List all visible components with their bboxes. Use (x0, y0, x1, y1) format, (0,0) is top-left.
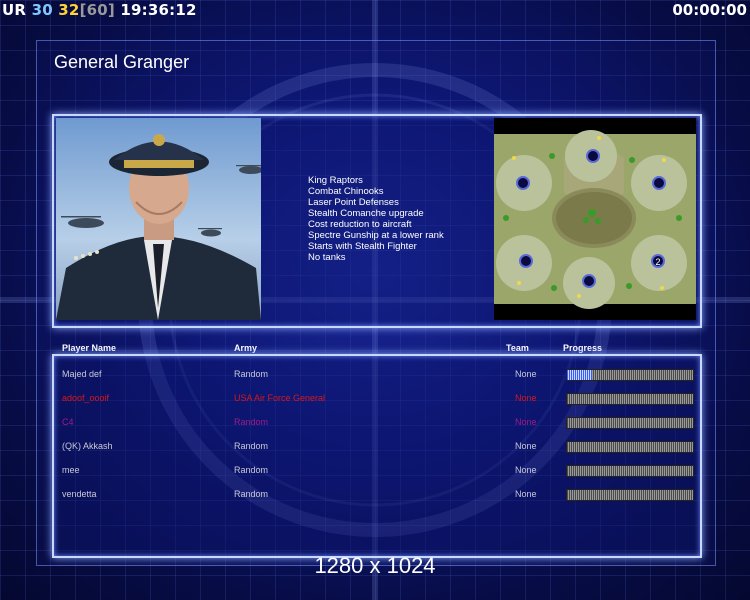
hud-timer: 00:00:00 (672, 1, 747, 19)
player-name: Majed def (62, 369, 102, 379)
resolution-label: 1280 x 1024 (314, 553, 436, 578)
player-row: C4 Random None (54, 410, 700, 434)
general-portrait-image (56, 118, 261, 320)
player-team: None (515, 393, 537, 403)
hud-count-b: 32 (58, 1, 80, 19)
player-row: mee Random None (54, 458, 700, 482)
trait-item: King Raptors (308, 175, 363, 186)
map-preview-image: 2 (494, 118, 696, 320)
column-header-army: Army (234, 343, 258, 353)
players-list: Majed def Random None adoof_oooif USA Ai… (52, 354, 702, 558)
player-team: None (515, 369, 537, 379)
player-progress-bar (566, 369, 694, 381)
player-army: Random (234, 489, 269, 499)
general-traits-list: King Raptors Combat Chinooks Laser Point… (308, 175, 444, 263)
trait-item: Laser Point Defenses (308, 197, 399, 208)
player-name: adoof_oooif (62, 393, 110, 403)
player-name: mee (62, 465, 80, 475)
player-team: None (515, 465, 537, 475)
hud-count-max: [60] (79, 1, 115, 19)
player-team: None (515, 489, 537, 499)
general-title: General Granger (54, 52, 190, 72)
column-header-progress: Progress (563, 343, 603, 353)
player-team: None (515, 441, 537, 451)
map-marker-label: 2 (655, 257, 660, 267)
player-progress-fill (567, 370, 593, 380)
player-army: USA Air Force General (234, 393, 326, 403)
trait-item: Cost reduction to aircraft (308, 219, 412, 230)
player-progress-bar (566, 417, 694, 429)
trait-item: Stealth Comanche upgrade (308, 208, 424, 219)
column-header-team: Team (506, 343, 529, 353)
general-portrait (56, 118, 261, 320)
hud-clock: 19:36:12 (120, 1, 197, 19)
map-preview: 2 (494, 118, 696, 320)
player-progress-bar (566, 489, 694, 501)
player-progress-bar (566, 465, 694, 477)
player-army: Random (234, 369, 269, 379)
trait-item: Starts with Stealth Fighter (308, 241, 417, 252)
player-name: (QK) Akkash (62, 441, 113, 451)
player-army: Random (234, 465, 269, 475)
column-header-player-name: Player Name (62, 343, 117, 353)
hud-bar: UR 30 32[60] 19:36:12 00:00:00 (0, 0, 750, 20)
player-name: C4 (62, 417, 74, 427)
hud-label: UR (2, 1, 27, 19)
hud-count-a: 30 (31, 1, 53, 19)
player-row: adoof_oooif USA Air Force General None (54, 386, 700, 410)
player-team: None (515, 417, 537, 427)
player-row: vendetta Random None (54, 482, 700, 506)
player-name: vendetta (62, 489, 97, 499)
hud-stats: UR 30 32[60] 19:36:12 (2, 1, 197, 19)
player-army: Random (234, 441, 269, 451)
player-army: Random (234, 417, 269, 427)
player-row: (QK) Akkash Random None (54, 434, 700, 458)
trait-item: Combat Chinooks (308, 186, 384, 197)
player-progress-bar (566, 441, 694, 453)
player-row: Majed def Random None (54, 362, 700, 386)
trait-item: Spectre Gunship at a lower rank (308, 230, 444, 241)
trait-item: No tanks (308, 252, 346, 263)
player-progress-bar (566, 393, 694, 405)
